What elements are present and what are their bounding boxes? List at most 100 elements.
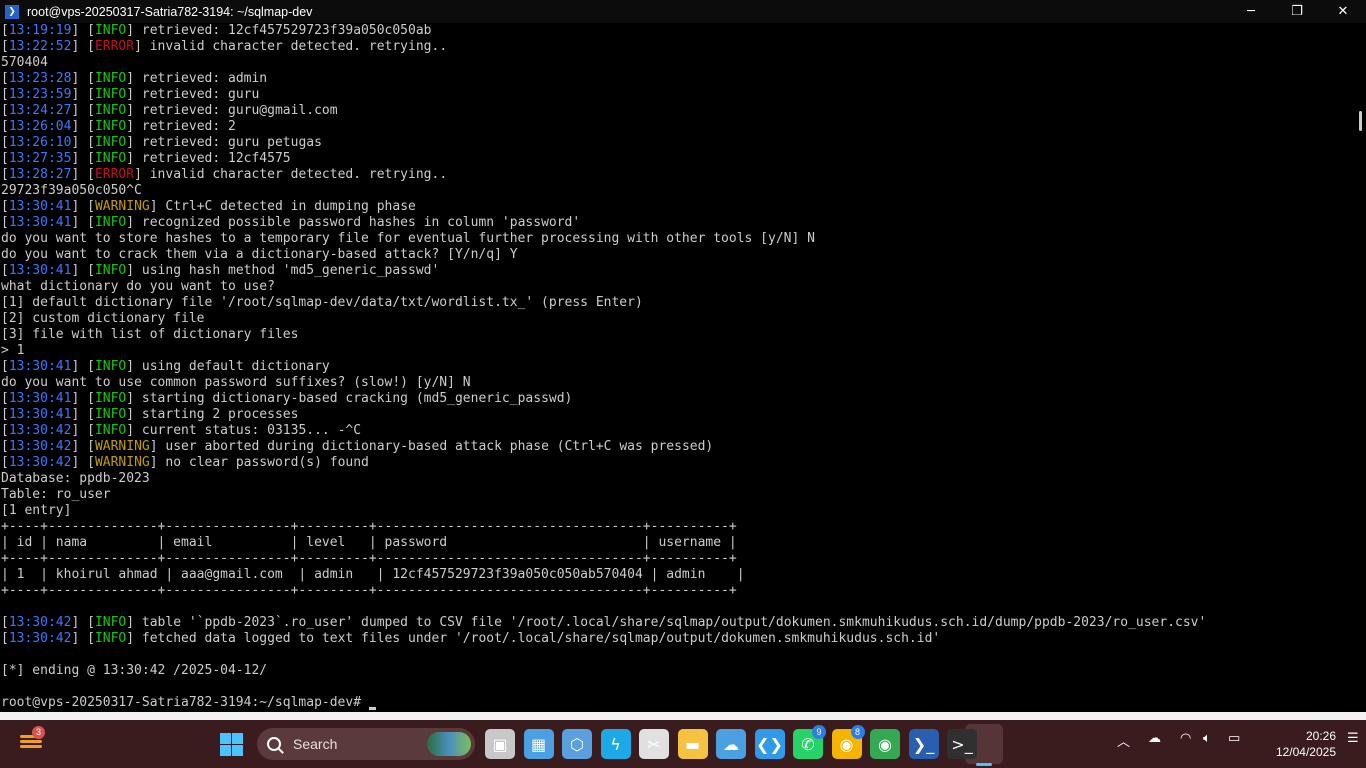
notification-badge: 9 bbox=[812, 725, 826, 739]
log-message: starting 2 processes bbox=[134, 407, 299, 422]
log-timestamp: 13:23:28 bbox=[8, 71, 72, 86]
log-message: using hash method 'md5_generic_passwd' bbox=[134, 263, 440, 278]
terminal-line: do you want to store hashes to a tempora… bbox=[1, 231, 815, 246]
terminal-line: [13:28:27] [ERROR] invalid character det… bbox=[1, 167, 448, 182]
terminal-line: [13:30:42] [WARNING] user aborted during… bbox=[1, 439, 714, 454]
log-level: INFO bbox=[94, 391, 127, 406]
log-message: no clear password(s) found bbox=[157, 455, 369, 470]
power-automate-icon[interactable]: ϟ bbox=[600, 729, 631, 759]
powershell-icon[interactable]: ❯_ bbox=[908, 729, 939, 759]
log-level: INFO bbox=[94, 71, 127, 86]
log-message: Ctrl+C detected in dumping phase bbox=[157, 199, 416, 214]
log-timestamp: 13:30:42 bbox=[8, 455, 72, 470]
terminal-line: +----+--------------+----------------+--… bbox=[1, 551, 737, 566]
log-timestamp: 13:28:27 bbox=[8, 167, 72, 182]
log-timestamp: 13:27:35 bbox=[8, 151, 72, 166]
terminal-line: [13:19:19] [INFO] retrieved: 12cf4575297… bbox=[1, 23, 432, 38]
terminal-line: Table: ro_user bbox=[1, 487, 111, 502]
cloud-app-icon[interactable]: ☁ bbox=[716, 729, 746, 759]
log-level: INFO bbox=[94, 359, 127, 374]
chevron-up-icon[interactable]: ︿ bbox=[1117, 731, 1130, 750]
powershell-icon: ❯ bbox=[5, 4, 19, 19]
terminal-line: > 1 bbox=[1, 343, 25, 358]
log-message: current status: 03135... -^C bbox=[134, 423, 362, 438]
vscode-icon[interactable]: ❮❯ bbox=[754, 729, 785, 759]
log-timestamp: 13:26:04 bbox=[8, 119, 72, 134]
terminal-line: [13:26:04] [INFO] retrieved: 2 bbox=[1, 119, 236, 134]
clock-date: 12/04/2025 bbox=[1275, 745, 1336, 759]
log-message: retrieved: 12cf4575 bbox=[134, 151, 291, 166]
log-timestamp: 13:30:42 bbox=[8, 631, 72, 646]
whatsapp-icon[interactable]: ✆ 9 bbox=[793, 725, 826, 759]
vertical-scrollbar[interactable] bbox=[1354, 23, 1366, 712]
log-timestamp: 13:23:59 bbox=[8, 87, 72, 102]
log-level: ERROR bbox=[94, 167, 135, 182]
terminal-line: [1 entry] bbox=[1, 503, 72, 518]
search-highlight-image bbox=[427, 732, 471, 756]
active-app-indicator bbox=[976, 763, 992, 766]
weather-badge: 3 bbox=[32, 726, 45, 739]
log-level: INFO bbox=[94, 407, 127, 422]
search-box[interactable]: Search bbox=[257, 728, 475, 760]
terminal-output[interactable]: [13:19:19] [INFO] retrieved: 12cf4575297… bbox=[0, 23, 1354, 712]
remote-desktop-icon[interactable]: ▦ bbox=[523, 729, 554, 759]
close-button[interactable]: ✕ bbox=[1320, 0, 1366, 23]
start-button[interactable] bbox=[220, 733, 243, 756]
log-level: INFO bbox=[94, 103, 127, 118]
log-level: INFO bbox=[94, 119, 127, 134]
log-level: INFO bbox=[94, 615, 127, 630]
terminal-icon[interactable]: >_ bbox=[947, 729, 977, 759]
shell-prompt[interactable]: root@vps-20250317-Satria782-3194:~/sqlma… bbox=[0, 695, 1354, 711]
log-timestamp: 13:24:27 bbox=[8, 103, 72, 118]
log-message: retrieved: 12cf457529723f39a050c050ab bbox=[134, 23, 432, 38]
terminal-line: [13:26:10] [INFO] retrieved: guru petuga… bbox=[1, 135, 322, 150]
weather-widget[interactable]: 3 bbox=[18, 726, 46, 757]
terminal-line: [13:23:28] [INFO] retrieved: admin bbox=[1, 71, 268, 86]
log-level: WARNING bbox=[94, 455, 150, 470]
log-message: retrieved: guru petugas bbox=[134, 135, 322, 150]
log-message: using default dictionary bbox=[134, 359, 330, 374]
virtualbox-icon[interactable]: ⬡ bbox=[562, 729, 592, 759]
task-view-icon[interactable]: ▣ bbox=[485, 729, 515, 759]
clock-time: 20:26 bbox=[1305, 729, 1336, 743]
snipping-tool-icon[interactable]: ✂ bbox=[639, 729, 669, 759]
terminal-line: [13:24:27] [INFO] retrieved: guru@gmail.… bbox=[1, 103, 338, 118]
battery-icon[interactable]: ▭ bbox=[1228, 731, 1240, 746]
log-level: INFO bbox=[94, 263, 127, 278]
log-message: starting dictionary-based cracking (md5_… bbox=[134, 391, 573, 406]
notification-icon[interactable]: ☰ bbox=[1347, 731, 1359, 746]
terminal-line: 570404 bbox=[1, 55, 48, 70]
terminal-line: [13:30:41] [INFO] starting 2 processes bbox=[1, 407, 299, 422]
minimize-button[interactable]: ─ bbox=[1228, 0, 1274, 23]
terminal-line: | id | nama | email | level | password |… bbox=[1, 535, 737, 550]
cloud-sync-icon[interactable]: ☁ bbox=[1148, 731, 1161, 746]
text-cursor bbox=[368, 707, 376, 710]
log-level: INFO bbox=[94, 215, 127, 230]
scrollbar-thumb[interactable] bbox=[1359, 111, 1362, 131]
wifi-icon[interactable]: ◠ bbox=[1180, 731, 1191, 746]
file-explorer-icon[interactable]: ▬ bbox=[677, 729, 708, 759]
log-timestamp: 13:30:41 bbox=[8, 407, 72, 422]
terminal-line: [13:30:42] [INFO] current status: 03135.… bbox=[1, 423, 362, 438]
log-timestamp: 13:30:41 bbox=[8, 391, 72, 406]
log-timestamp: 13:30:41 bbox=[8, 199, 72, 214]
log-level: WARNING bbox=[94, 439, 150, 454]
terminal-line: Database: ppdb-2023 bbox=[1, 471, 150, 486]
maximize-button[interactable]: ❐ bbox=[1274, 0, 1320, 23]
log-message: retrieved: admin bbox=[134, 71, 268, 86]
terminal-line: +----+--------------+----------------+--… bbox=[1, 583, 737, 598]
terminal-line: [*] ending @ 13:30:42 /2025-04-12/ bbox=[1, 663, 268, 678]
volume-icon[interactable]: 🔈︎ bbox=[1203, 731, 1211, 746]
chrome-icon[interactable]: ◉ 8 bbox=[831, 725, 865, 759]
log-message: retrieved: guru bbox=[134, 87, 260, 102]
terminal-line: [13:23:59] [INFO] retrieved: guru bbox=[1, 87, 260, 102]
terminal-line: do you want to use common password suffi… bbox=[1, 375, 471, 390]
clock[interactable]: 20:26 12/04/2025 bbox=[1252, 728, 1336, 760]
chrome-profile-icon[interactable]: ◉ bbox=[870, 729, 900, 759]
terminal-line: [13:30:42] [INFO] table '`ppdb-2023`.ro_… bbox=[1, 615, 1207, 630]
search-icon bbox=[267, 737, 281, 751]
notification-badge: 8 bbox=[850, 725, 865, 739]
terminal-line: 29723f39a050c050^C bbox=[1, 183, 142, 198]
